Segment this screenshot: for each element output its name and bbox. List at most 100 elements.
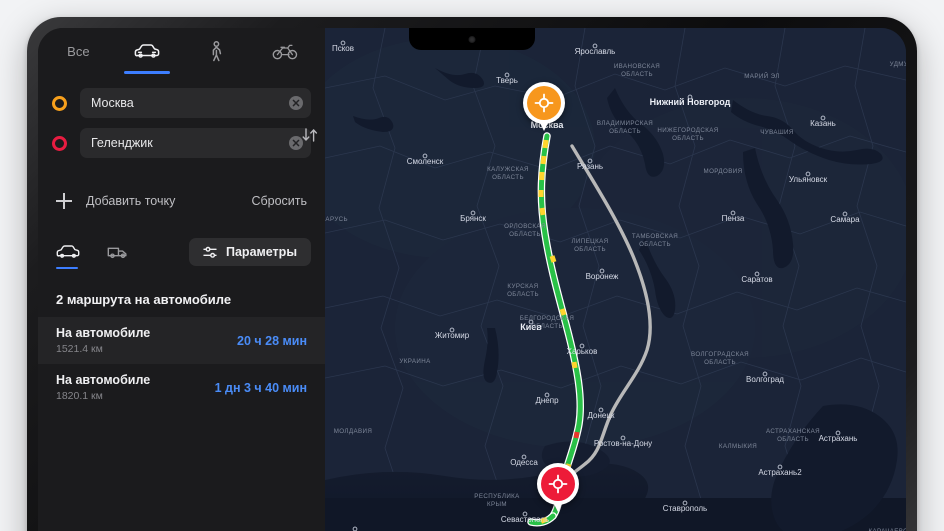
- city-label: Псков: [332, 44, 354, 53]
- tab-all[interactable]: Все: [44, 28, 113, 74]
- origin-input[interactable]: Москва: [80, 88, 311, 118]
- city-label: Астрахань: [819, 434, 858, 443]
- city-label: Одесса: [510, 458, 538, 467]
- region-label: МОЛДАВИЯ: [334, 428, 373, 435]
- map-graphics: Псков Ярославль Тверь Нижний Новгород Казань…: [325, 28, 906, 531]
- route-panel-sidebar: Все Москва Геленджик Добавить точку Сбро…: [38, 28, 325, 531]
- city-label: Ставрополь: [663, 504, 707, 513]
- device-frame: Все Москва Геленджик Добавить точку Сбро…: [27, 17, 917, 531]
- crosshair-icon: [534, 93, 554, 113]
- region-label: ОБЛАСТЬ: [609, 128, 641, 135]
- city-label: Волгоград: [746, 375, 784, 384]
- city-label: Тверь: [496, 76, 518, 85]
- reset-button[interactable]: Сбросить: [251, 194, 307, 208]
- route-item-2[interactable]: На автомобиле 1820.1 км 1 дн 3 ч 40 мин: [38, 364, 325, 411]
- region-label: МОРДОВИЯ: [704, 168, 743, 175]
- destination-input[interactable]: Геленджик: [80, 128, 311, 158]
- destination-marker-inner: [541, 467, 575, 501]
- region-label: ТАМБОВСКАЯ: [632, 233, 678, 240]
- swap-arrows-icon: [302, 128, 318, 142]
- city-label: Пенза: [722, 214, 745, 223]
- tab-bicycle[interactable]: [250, 28, 319, 74]
- region-label: ВОЛГОГРАДСКАЯ: [691, 351, 749, 358]
- city-label: Саратов: [741, 275, 772, 284]
- region-label: ЛИПЕЦКАЯ: [571, 238, 608, 245]
- car-icon: [134, 43, 160, 58]
- origin-marker-inner: [527, 86, 561, 120]
- mode-car-active-underline: [56, 266, 78, 269]
- params-button[interactable]: Параметры: [189, 238, 311, 266]
- destination-value: Геленджик: [91, 136, 153, 150]
- vehicle-mode-row: Параметры: [38, 218, 325, 272]
- tab-pedestrian[interactable]: [182, 28, 251, 74]
- region-label: ОБЛАСТЬ: [531, 323, 563, 330]
- route-item-2-info: На автомобиле 1820.1 км: [56, 373, 150, 402]
- region-label: ОБЛАСТЬ: [672, 135, 704, 142]
- region-label: ОБЛАСТЬ: [574, 246, 606, 253]
- front-camera-icon: [468, 36, 476, 43]
- transport-tabs: Все: [38, 28, 325, 74]
- city-label: Житомир: [435, 331, 470, 340]
- city-label: Ульяновск: [789, 175, 828, 184]
- close-icon: [292, 99, 300, 107]
- mode-car-button[interactable]: [56, 238, 90, 269]
- city-label: Казань: [810, 119, 836, 128]
- region-label: НИЖЕГОРОДСКАЯ: [657, 127, 718, 134]
- city-label: Севастополь: [501, 515, 549, 524]
- destination-row: Геленджик: [52, 128, 311, 158]
- city-label: Рязань: [577, 162, 603, 171]
- city-label: Воронеж: [586, 272, 619, 281]
- route-item-2-name: На автомобиле: [56, 373, 151, 387]
- route-item-1[interactable]: На автомобиле 1521.4 км 20 ч 28 мин: [38, 317, 325, 364]
- city-label: Днепр: [535, 396, 559, 405]
- origin-clear-button[interactable]: [289, 96, 303, 110]
- region-label: АСТРАХАНСКАЯ: [766, 428, 820, 435]
- region-label: ОБЛАСТЬ: [621, 71, 653, 78]
- route-item-2-time: 1 дн 3 ч 40 мин: [214, 380, 307, 395]
- region-label: КУРСКАЯ: [507, 283, 538, 290]
- map-canvas[interactable]: Псков Ярославль Тверь Нижний Новгород Казань…: [325, 28, 906, 531]
- routes-title: 2 маршрута на автомобиле: [56, 292, 232, 307]
- city-label: Астрахань2: [758, 468, 802, 477]
- region-label: ОБЛАСТЬ: [507, 291, 539, 298]
- region-label: ОБЛАСТЬ: [777, 436, 809, 443]
- region-label: БЕЛГОРОДСКАЯ: [520, 315, 574, 322]
- device-notch: [409, 28, 535, 50]
- region-label: ИВАНОВСКАЯ: [614, 63, 660, 70]
- tab-car[interactable]: [113, 28, 182, 74]
- city-label: Брянск: [460, 214, 486, 223]
- route-item-2-distance: 1820.1 км: [56, 390, 103, 402]
- city-label: Самара: [830, 215, 860, 224]
- route-item-1-time: 20 ч 28 мин: [237, 333, 307, 348]
- city-label: Ярославль: [575, 47, 616, 56]
- route-item-1-info: На автомобиле 1521.4 км: [56, 326, 150, 355]
- tab-all-label: Все: [67, 43, 90, 59]
- origin-map-marker[interactable]: [523, 82, 565, 124]
- city-label: Харьков: [567, 347, 598, 356]
- origin-dot-icon: [52, 95, 67, 111]
- region-label: ЧУВАШИЯ: [760, 129, 794, 136]
- region-label: КАЛМЫКИЯ: [719, 443, 757, 450]
- region-label: ОБЛАСТЬ: [639, 241, 671, 248]
- params-button-label: Параметры: [226, 245, 297, 259]
- route-fields: Москва Геленджик: [38, 74, 325, 158]
- region-label: УДМУРТИЯ: [890, 61, 906, 68]
- region-label: БЕЛАРУСЬ: [325, 216, 348, 223]
- swap-points-button[interactable]: [299, 124, 321, 146]
- region-label: ВЛАДИМИРСКАЯ: [597, 120, 653, 127]
- plus-icon: [56, 193, 72, 209]
- city-label: Донецк: [588, 411, 615, 420]
- city-label: Нижний Новгород: [650, 97, 731, 107]
- destination-map-marker[interactable]: [537, 463, 579, 505]
- mode-truck-button[interactable]: [106, 238, 140, 266]
- region-label: МАРИЙ ЭЛ: [744, 72, 780, 80]
- device-screen: Все Москва Геленджик Добавить точку Сбро…: [38, 28, 906, 531]
- origin-value: Москва: [91, 96, 134, 110]
- crosshair-icon: [548, 474, 568, 494]
- add-point-button[interactable]: Добавить точку: [86, 194, 175, 208]
- screenshot-root: Все Москва Геленджик Добавить точку Сбро…: [0, 0, 944, 531]
- origin-row: Москва: [52, 88, 311, 118]
- region-label: РЕСПУБЛИКА: [474, 493, 520, 500]
- sliders-icon: [203, 246, 217, 258]
- region-label: ОБЛАСТЬ: [492, 174, 524, 181]
